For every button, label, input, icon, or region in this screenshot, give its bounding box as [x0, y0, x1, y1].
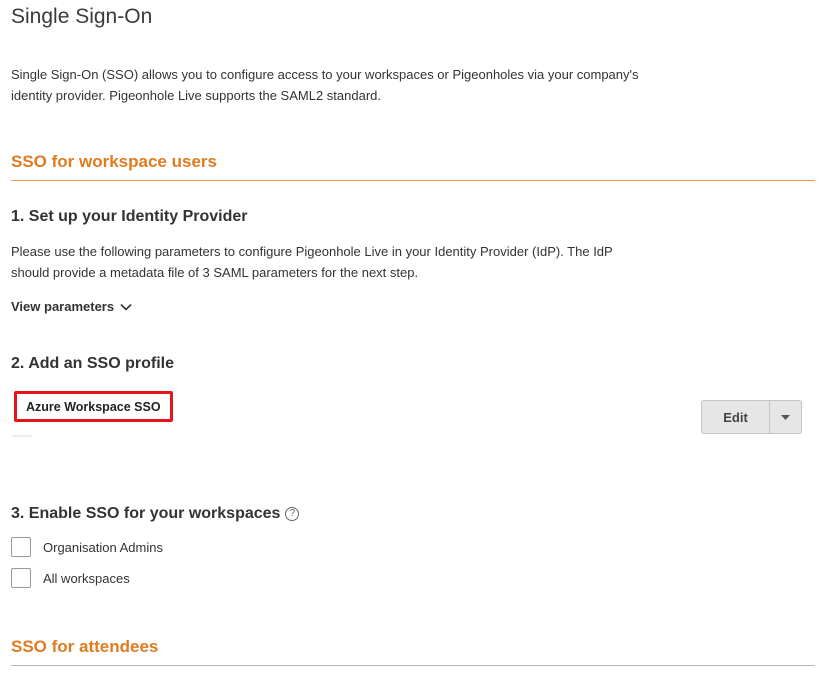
organisation-admins-label: Organisation Admins: [43, 539, 163, 555]
step3-heading-text: 3. Enable SSO for your workspaces: [11, 505, 281, 522]
step1-heading: 1. Set up your Identity Provider: [11, 208, 248, 225]
intro-text: Single Sign-On (SSO) allows you to confi…: [11, 64, 711, 106]
sso-profile-name: Azure Workspace SSO: [26, 399, 161, 414]
all-workspaces-checkbox[interactable]: [11, 568, 31, 588]
step3-heading: 3. Enable SSO for your workspaces ?: [11, 504, 300, 524]
all-workspaces-label: All workspaces: [43, 570, 130, 586]
caret-down-icon: [781, 414, 790, 420]
intro-line-1: Single Sign-On (SSO) allows you to confi…: [11, 67, 639, 82]
page-title: Single Sign-On: [11, 5, 153, 28]
attendees-section-heading: SSO for attendees: [11, 637, 159, 656]
attendees-section-divider: [11, 665, 815, 666]
workspace-section-divider: [11, 180, 815, 181]
chevron-down-icon: [120, 303, 132, 311]
question-circle-icon[interactable]: ?: [285, 507, 300, 521]
profile-divider: [12, 435, 32, 437]
sso-profile-item[interactable]: Azure Workspace SSO: [14, 391, 173, 422]
organisation-admins-checkbox[interactable]: [11, 537, 31, 557]
edit-button-group: Edit: [701, 400, 802, 434]
step1-description: Please use the following parameters to c…: [11, 241, 711, 283]
intro-line-2: identity provider. Pigeonhole Live suppo…: [11, 88, 382, 103]
option-all-workspaces[interactable]: All workspaces: [11, 568, 130, 588]
workspace-section-heading: SSO for workspace users: [11, 152, 217, 171]
option-organisation-admins[interactable]: Organisation Admins: [11, 537, 163, 557]
view-parameters-label: View parameters: [11, 299, 115, 314]
step1-desc-line-1: Please use the following parameters to c…: [11, 244, 613, 259]
step2-heading: 2. Add an SSO profile: [11, 355, 174, 372]
edit-button[interactable]: Edit: [702, 401, 770, 433]
step1-desc-line-2: should provide a metadata file of 3 SAML…: [11, 265, 419, 280]
view-parameters-toggle[interactable]: View parameters: [11, 299, 132, 314]
edit-dropdown-toggle[interactable]: [770, 401, 801, 433]
